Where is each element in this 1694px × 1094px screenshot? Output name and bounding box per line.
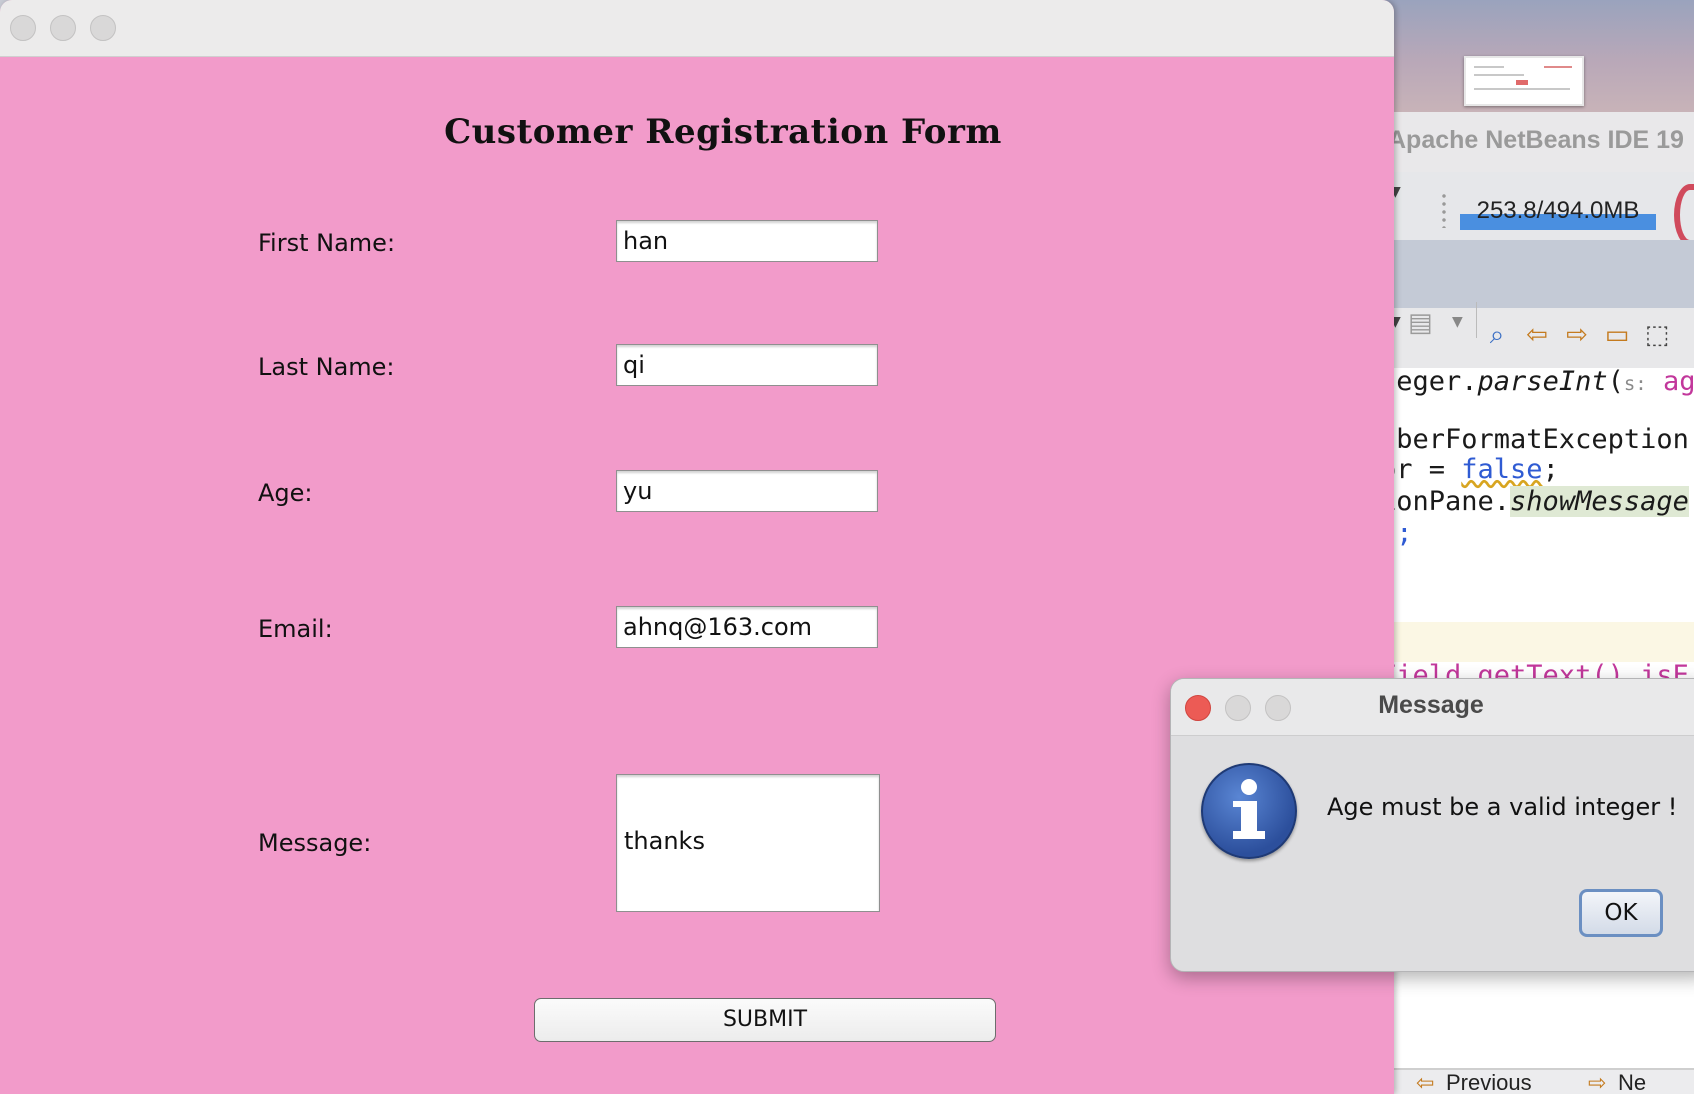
minimize-window-button[interactable] <box>50 15 76 41</box>
zoom-window-button[interactable] <box>90 15 116 41</box>
previous-button[interactable]: Previous <box>1446 1070 1532 1094</box>
message-label: Message: <box>258 829 372 857</box>
first-name-label: First Name: <box>258 229 396 257</box>
window-thumbnail[interactable] <box>1464 56 1584 106</box>
next-occurrence-icon[interactable]: ⇨ <box>1562 320 1592 350</box>
toolbar-separator <box>1442 192 1446 228</box>
last-name-input[interactable]: qi <box>616 344 878 386</box>
ide-titlebar: Apache NetBeans IDE 19 <box>1380 112 1694 172</box>
code-line: or = false; <box>1380 454 1559 485</box>
email-input[interactable]: ahnq@163.com <box>616 606 878 648</box>
memory-usage-text: 253.8/494.0MB <box>1476 197 1640 224</box>
info-icon <box>1201 763 1297 859</box>
message-dialog: Message Age must be a valid integer ! OK <box>1170 678 1694 972</box>
toolbar-divider <box>1476 302 1477 338</box>
code-line: ionPane.showMessage <box>1380 486 1689 517</box>
next-icon[interactable]: ⇨ <box>1588 1070 1606 1094</box>
ide-tab-band <box>1380 240 1694 308</box>
dialog-title: Message <box>1378 691 1484 719</box>
dialog-titlebar: Message <box>1171 679 1694 736</box>
next-button[interactable]: Ne <box>1618 1070 1646 1094</box>
code-line: teger.parseInt(s: ag <box>1380 366 1694 397</box>
age-input[interactable]: yu <box>616 470 878 512</box>
ide-title: Apache NetBeans IDE 19 <box>1388 126 1684 154</box>
first-name-input[interactable]: han <box>616 220 878 262</box>
dropdown-arrow-icon[interactable]: ▼ <box>1452 314 1463 330</box>
toggle-highlight-icon[interactable]: ▭ <box>1602 320 1632 350</box>
ok-button[interactable]: OK <box>1579 889 1663 937</box>
code-line: nberFormatException <box>1380 424 1689 455</box>
dialog-message: Age must be a valid integer ! <box>1327 793 1678 821</box>
last-name-label: Last Name: <box>258 353 395 381</box>
message-textarea[interactable]: thanks <box>616 774 880 912</box>
previous-icon[interactable]: ⇦ <box>1416 1070 1434 1094</box>
window-titlebar <box>0 0 1394 57</box>
email-label: Email: <box>258 615 333 643</box>
close-window-button[interactable] <box>10 15 36 41</box>
memory-indicator[interactable]: 253.8/494.0MB <box>1460 192 1656 236</box>
age-label: Age: <box>258 479 313 507</box>
ide-bottom-bar: ⇦ Previous ⇨ Ne <box>1380 1068 1694 1094</box>
previous-occurrence-icon[interactable]: ⇦ <box>1522 320 1552 350</box>
find-icon[interactable]: ⌕ <box>1482 320 1512 350</box>
submit-button[interactable]: SUBMIT <box>534 998 996 1042</box>
paste-icon[interactable]: ▤ <box>1408 308 1433 338</box>
current-line-highlight <box>1380 622 1694 662</box>
selection-icon[interactable]: ⬚ <box>1642 320 1672 350</box>
form-title: Customer Registration Form <box>444 112 1002 152</box>
